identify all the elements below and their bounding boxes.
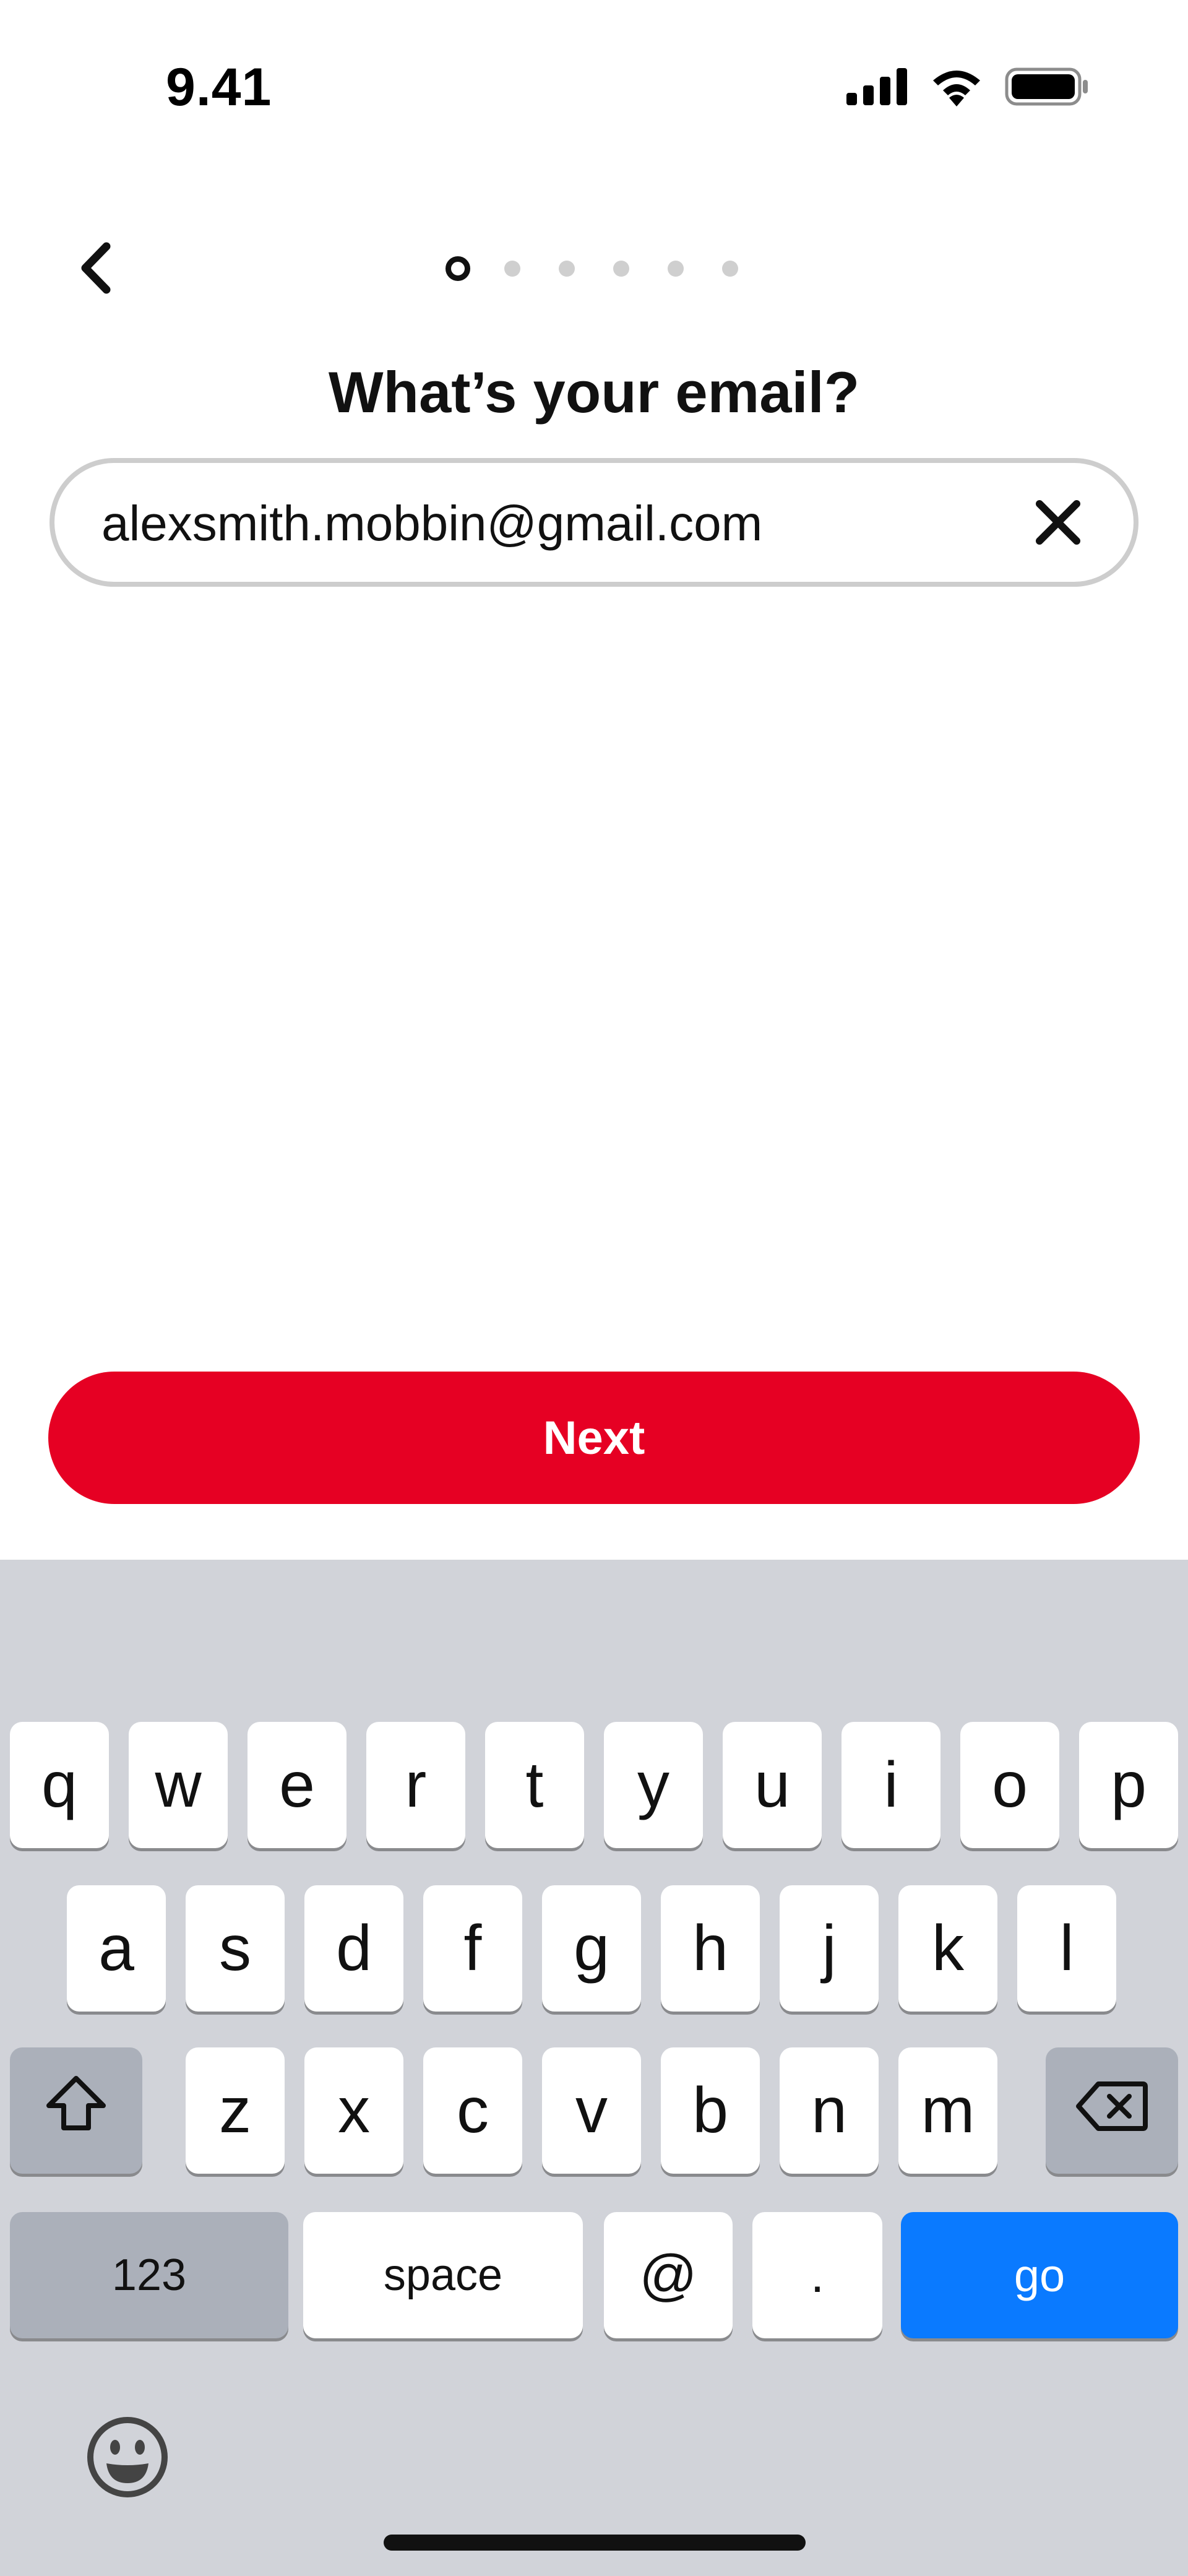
key-p[interactable]: p [1079, 1722, 1178, 1848]
keyboard: 123 space @ . go qwertyuiop asdfghjkl zxcv… [0, 1560, 1188, 2576]
backspace-icon [1076, 2074, 1148, 2148]
delete-key[interactable] [1046, 2047, 1178, 2174]
battery-icon [1005, 67, 1089, 109]
key-x[interactable]: x [304, 2047, 403, 2174]
back-button[interactable] [62, 235, 130, 303]
close-icon [1033, 498, 1083, 550]
progress-dot [722, 261, 738, 277]
key-k[interactable]: k [898, 1885, 997, 2012]
key-n[interactable]: n [780, 2047, 879, 2174]
numbers-key[interactable]: 123 [10, 2212, 288, 2338]
progress-dots [433, 253, 755, 283]
key-j[interactable]: j [780, 1885, 879, 2012]
emoji-icon [84, 2417, 171, 2503]
key-h[interactable]: h [661, 1885, 760, 2012]
progress-dot [613, 261, 629, 277]
status-time: 9.41 [166, 58, 272, 117]
page-title: What’s your email? [328, 360, 860, 425]
key-d[interactable]: d [304, 1885, 403, 2012]
key-s[interactable]: s [186, 1885, 285, 2012]
key-m[interactable]: m [898, 2047, 997, 2174]
email-field[interactable]: alexsmith.mobbin@gmail.com [50, 458, 1138, 587]
key-r[interactable]: r [366, 1722, 465, 1848]
status-icons [846, 67, 1089, 110]
emoji-button[interactable] [84, 2414, 171, 2500]
email-value: alexsmith.mobbin@gmail.com [101, 496, 763, 551]
progress-dot [504, 261, 520, 277]
chevron-left-icon [74, 240, 118, 299]
wifi-icon [929, 67, 984, 110]
progress-dot [668, 261, 684, 277]
key-z[interactable]: z [186, 2047, 285, 2174]
key-g[interactable]: g [542, 1885, 641, 2012]
key-a[interactable]: a [67, 1885, 166, 2012]
key-c[interactable]: c [423, 2047, 522, 2174]
dot-key[interactable]: . [752, 2212, 882, 2338]
screen: 9.41 What’s your email? alexsmith.mobbin… [0, 0, 1188, 2576]
go-key[interactable]: go [901, 2212, 1178, 2338]
key-q[interactable]: q [10, 1722, 109, 1848]
key-i[interactable]: i [842, 1722, 940, 1848]
key-v[interactable]: v [542, 2047, 641, 2174]
cellular-signal-icon [846, 68, 908, 108]
shift-icon [44, 2073, 108, 2148]
key-e[interactable]: e [248, 1722, 346, 1848]
key-t[interactable]: t [485, 1722, 584, 1848]
home-indicator [384, 2535, 806, 2551]
key-b[interactable]: b [661, 2047, 760, 2174]
key-w[interactable]: w [129, 1722, 228, 1848]
next-button[interactable]: Next [48, 1372, 1140, 1504]
progress-dot [559, 261, 575, 277]
shift-key[interactable] [10, 2047, 142, 2174]
key-y[interactable]: y [604, 1722, 703, 1848]
key-o[interactable]: o [960, 1722, 1059, 1848]
next-label: Next [543, 1411, 645, 1464]
space-key[interactable]: space [303, 2212, 583, 2338]
key-u[interactable]: u [723, 1722, 822, 1848]
key-f[interactable]: f [423, 1885, 522, 2012]
clear-email-button[interactable] [1032, 498, 1084, 550]
at-key[interactable]: @ [604, 2212, 733, 2338]
status-bar: 9.41 [0, 0, 1188, 149]
progress-dot [446, 256, 470, 281]
key-l[interactable]: l [1017, 1885, 1116, 2012]
